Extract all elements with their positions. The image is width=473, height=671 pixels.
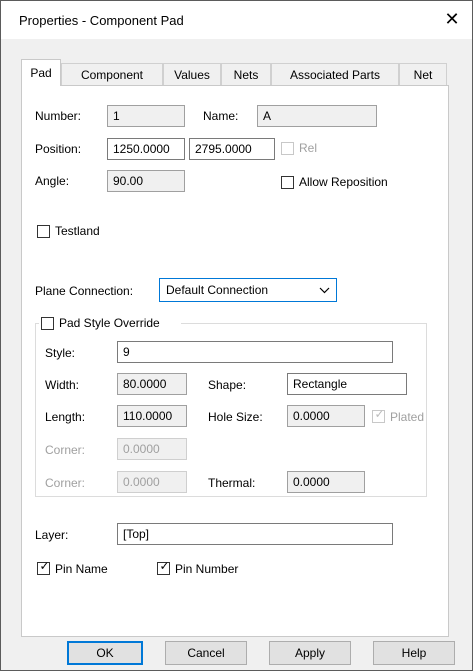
- allow-reposition-checkbox[interactable]: [281, 176, 294, 189]
- tab-associated-parts[interactable]: Associated Parts: [271, 63, 399, 85]
- corner-field-2: 0.0000: [117, 471, 187, 493]
- corner-field-1: 0.0000: [117, 438, 187, 460]
- angle-label: Angle:: [35, 174, 70, 188]
- checkmark-icon: ✓: [39, 559, 50, 573]
- number-label: Number:: [35, 109, 82, 123]
- properties-dialog: Properties - Component Pad ✕ Pad Compone…: [0, 0, 473, 671]
- plated-label: Plated: [390, 410, 425, 424]
- rel-label: Rel: [299, 141, 318, 155]
- number-field: 1: [107, 105, 185, 127]
- checkmark-icon: ✓: [374, 407, 385, 421]
- close-icon[interactable]: ✕: [442, 9, 462, 30]
- position-x-field[interactable]: 1250.0000: [107, 138, 185, 160]
- name-field: A: [257, 105, 377, 127]
- plane-connection-label: Plane Connection:: [35, 284, 134, 298]
- position-label: Position:: [35, 142, 82, 156]
- style-field[interactable]: 9: [117, 341, 393, 363]
- tab-net[interactable]: Net: [399, 63, 447, 85]
- tab-component[interactable]: Component: [61, 63, 163, 85]
- pin-number-checkbox[interactable]: ✓: [157, 559, 170, 575]
- hole-size-field: 0.0000: [287, 405, 365, 427]
- testland-label[interactable]: Testland: [55, 224, 100, 238]
- thermal-label: Thermal:: [208, 476, 256, 490]
- pin-name-checkbox[interactable]: ✓: [37, 559, 50, 575]
- plated-checkbox: ✓: [372, 407, 385, 423]
- pin-number-label[interactable]: Pin Number: [175, 562, 238, 576]
- tab-pad[interactable]: Pad: [21, 59, 61, 86]
- width-label: Width:: [45, 378, 80, 392]
- layer-field[interactable]: [Top]: [117, 523, 393, 545]
- tab-nets[interactable]: Nets: [221, 63, 271, 85]
- length-field: 110.0000: [117, 405, 187, 427]
- corner-label-2: Corner:: [45, 476, 86, 490]
- plane-connection-value: Default Connection: [166, 283, 269, 297]
- allow-reposition-label[interactable]: Allow Reposition: [299, 175, 388, 189]
- layer-label: Layer:: [35, 528, 69, 542]
- pad-style-override-label[interactable]: Pad Style Override: [59, 316, 160, 330]
- rel-checkbox: [281, 142, 294, 155]
- ok-button[interactable]: OK: [67, 641, 143, 665]
- length-label: Length:: [45, 410, 86, 424]
- checkmark-icon: ✓: [159, 559, 170, 573]
- chevron-down-icon: [319, 279, 330, 309]
- thermal-field: 0.0000: [287, 471, 365, 493]
- position-y-field[interactable]: 2795.0000: [189, 138, 275, 160]
- name-label: Name:: [203, 109, 239, 123]
- pin-name-label[interactable]: Pin Name: [55, 562, 108, 576]
- style-label: Style:: [45, 346, 76, 360]
- testland-checkbox[interactable]: [37, 225, 50, 238]
- apply-button[interactable]: Apply: [269, 641, 351, 665]
- width-field: 80.0000: [117, 373, 187, 395]
- tab-values[interactable]: Values: [163, 63, 221, 85]
- hole-size-label: Hole Size:: [208, 410, 263, 424]
- plane-connection-select[interactable]: Default Connection: [159, 278, 337, 302]
- corner-label-1: Corner:: [45, 443, 86, 457]
- cancel-button[interactable]: Cancel: [165, 641, 247, 665]
- title-bar: Properties - Component Pad ✕: [1, 1, 472, 39]
- pad-style-override-checkbox[interactable]: [41, 317, 54, 330]
- shape-field[interactable]: Rectangle: [287, 373, 407, 395]
- help-button[interactable]: Help: [373, 641, 455, 665]
- angle-field: 90.00: [107, 170, 185, 192]
- window-title: Properties - Component Pad: [19, 13, 184, 28]
- shape-label: Shape:: [208, 378, 247, 392]
